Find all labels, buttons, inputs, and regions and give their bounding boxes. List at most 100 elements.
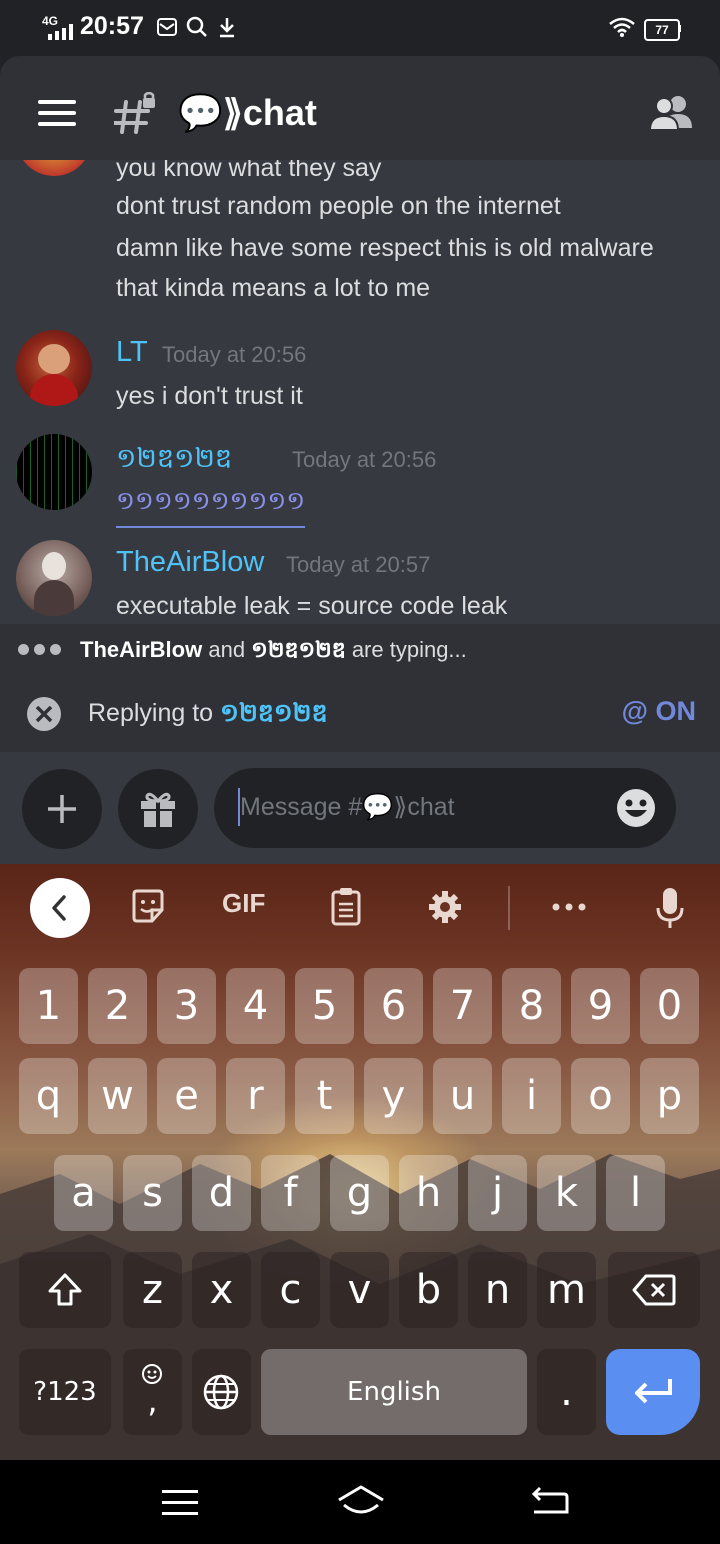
key-z[interactable]: z [123,1252,182,1328]
reply-prefix: Replying to [88,699,221,727]
recents-icon[interactable] [162,1488,198,1518]
key-3[interactable]: 3 [157,968,216,1044]
backspace-key[interactable] [608,1252,700,1328]
channel-title: 💬⟫chat [178,92,317,133]
home-icon[interactable] [336,1484,386,1518]
key-s[interactable]: s [123,1155,182,1231]
key-9[interactable]: 9 [571,968,630,1044]
mention-toggle[interactable]: @ ON [622,696,696,727]
add-attachment-button[interactable] [22,769,102,849]
emoji-icon[interactable] [616,788,656,828]
key-n[interactable]: n [468,1252,527,1328]
key-m[interactable]: m [537,1252,596,1328]
back-icon [52,895,66,921]
message-timestamp: Today at 20:56 [292,447,437,472]
message-line: dont trust random people on the internet [116,192,561,220]
system-nav-bar [0,1460,720,1544]
language-key[interactable] [192,1349,251,1435]
gif-button[interactable]: GIF [222,888,265,919]
comma-key[interactable]: , [123,1349,182,1435]
menu-icon[interactable] [38,98,76,128]
cancel-reply-icon[interactable] [26,696,62,732]
mic-icon[interactable] [654,886,686,930]
message-text: executable leak = source code leak [116,592,508,620]
key-k[interactable]: k [537,1155,596,1231]
avatar[interactable] [16,434,92,510]
message-line: damn like have some respect this is old … [116,234,654,262]
settings-icon[interactable] [428,890,462,924]
key-o[interactable]: o [571,1058,630,1134]
key-y[interactable]: y [364,1058,423,1134]
message-author[interactable]: ១២ឌ១២ឌ [116,442,232,481]
key-q[interactable]: q [19,1058,78,1134]
key-5[interactable]: 5 [295,968,354,1044]
typing-dot [18,644,29,655]
shift-key[interactable] [19,1252,111,1328]
space-bar[interactable]: English [261,1349,527,1435]
period-key[interactable]: . [537,1349,596,1435]
avatar[interactable] [16,540,92,616]
more-icon[interactable] [552,902,586,912]
key-l[interactable]: l [606,1155,665,1231]
key-a[interactable]: a [54,1155,113,1231]
key-0[interactable]: 0 [640,968,699,1044]
key-i[interactable]: i [502,1058,561,1134]
key-2[interactable]: 2 [88,968,147,1044]
typing-user: ១២ឌ១២ឌ [251,637,346,662]
typing-and: and [202,637,252,662]
message-timestamp: Today at 20:57 [286,552,431,577]
key-1[interactable]: 1 [19,968,78,1044]
key-6[interactable]: 6 [364,968,423,1044]
key-e[interactable]: e [157,1058,216,1134]
enter-key[interactable] [606,1349,700,1435]
key-v[interactable]: v [330,1252,389,1328]
keyboard-toolbar: GIF [0,864,720,952]
typing-indicator: TheAirBlow and ១២ឌ១២ឌ are typing... [0,624,720,676]
message-list[interactable]: you know what they say dont trust random… [0,160,720,624]
clock: 20:57 [80,12,144,40]
key-h[interactable]: h [399,1155,458,1231]
typing-dot [50,644,61,655]
key-t[interactable]: t [295,1058,354,1134]
key-f[interactable]: f [261,1155,320,1231]
message-line: that kinda means a lot to me [116,274,431,302]
avatar[interactable] [16,160,92,176]
key-x[interactable]: x [192,1252,251,1328]
members-icon[interactable] [650,94,694,130]
symbols-key[interactable]: ?123 [19,1349,111,1435]
message-author[interactable]: TheAirBlow [116,546,264,579]
backspace-icon [632,1274,676,1306]
key-p[interactable]: p [640,1058,699,1134]
key-g[interactable]: g [330,1155,389,1231]
key-c[interactable]: c [261,1252,320,1328]
avatar[interactable] [16,330,92,406]
clipboard-icon[interactable] [330,886,362,926]
key-r[interactable]: r [226,1058,285,1134]
download-icon [220,18,234,38]
back-button[interactable] [30,878,90,938]
key-w[interactable]: w [88,1058,147,1134]
key-4[interactable]: 4 [226,968,285,1044]
key-u[interactable]: u [433,1058,492,1134]
message-input[interactable]: Message #💬⟫chat [214,768,676,848]
key-j[interactable]: j [468,1155,527,1231]
mail-notification-icon [157,18,177,36]
signal-icon [48,24,73,40]
gift-button[interactable] [118,769,198,849]
key-7[interactable]: 7 [433,968,492,1044]
message-text: yes i don't trust it [116,382,303,410]
key-8[interactable]: 8 [502,968,561,1044]
reply-target: ១២ឌ១២ឌ [220,699,328,727]
typing-text: TheAirBlow and ១២ឌ១២ឌ are typing... [80,636,467,668]
key-d[interactable]: d [192,1155,251,1231]
nav-back-icon[interactable] [530,1486,570,1518]
message-author[interactable]: LT [116,336,148,369]
sticker-icon[interactable] [130,888,166,924]
toolbar-divider [508,886,510,930]
channel-header: 💬⟫chat [0,56,720,168]
search-notification-icon [186,16,207,37]
comma-label: , [147,1382,158,1420]
key-b[interactable]: b [399,1252,458,1328]
status-bar: 4G 20:57 77 [0,0,720,56]
reply-bar: Replying to ១២ឌ១២ឌ @ ON [0,676,720,752]
